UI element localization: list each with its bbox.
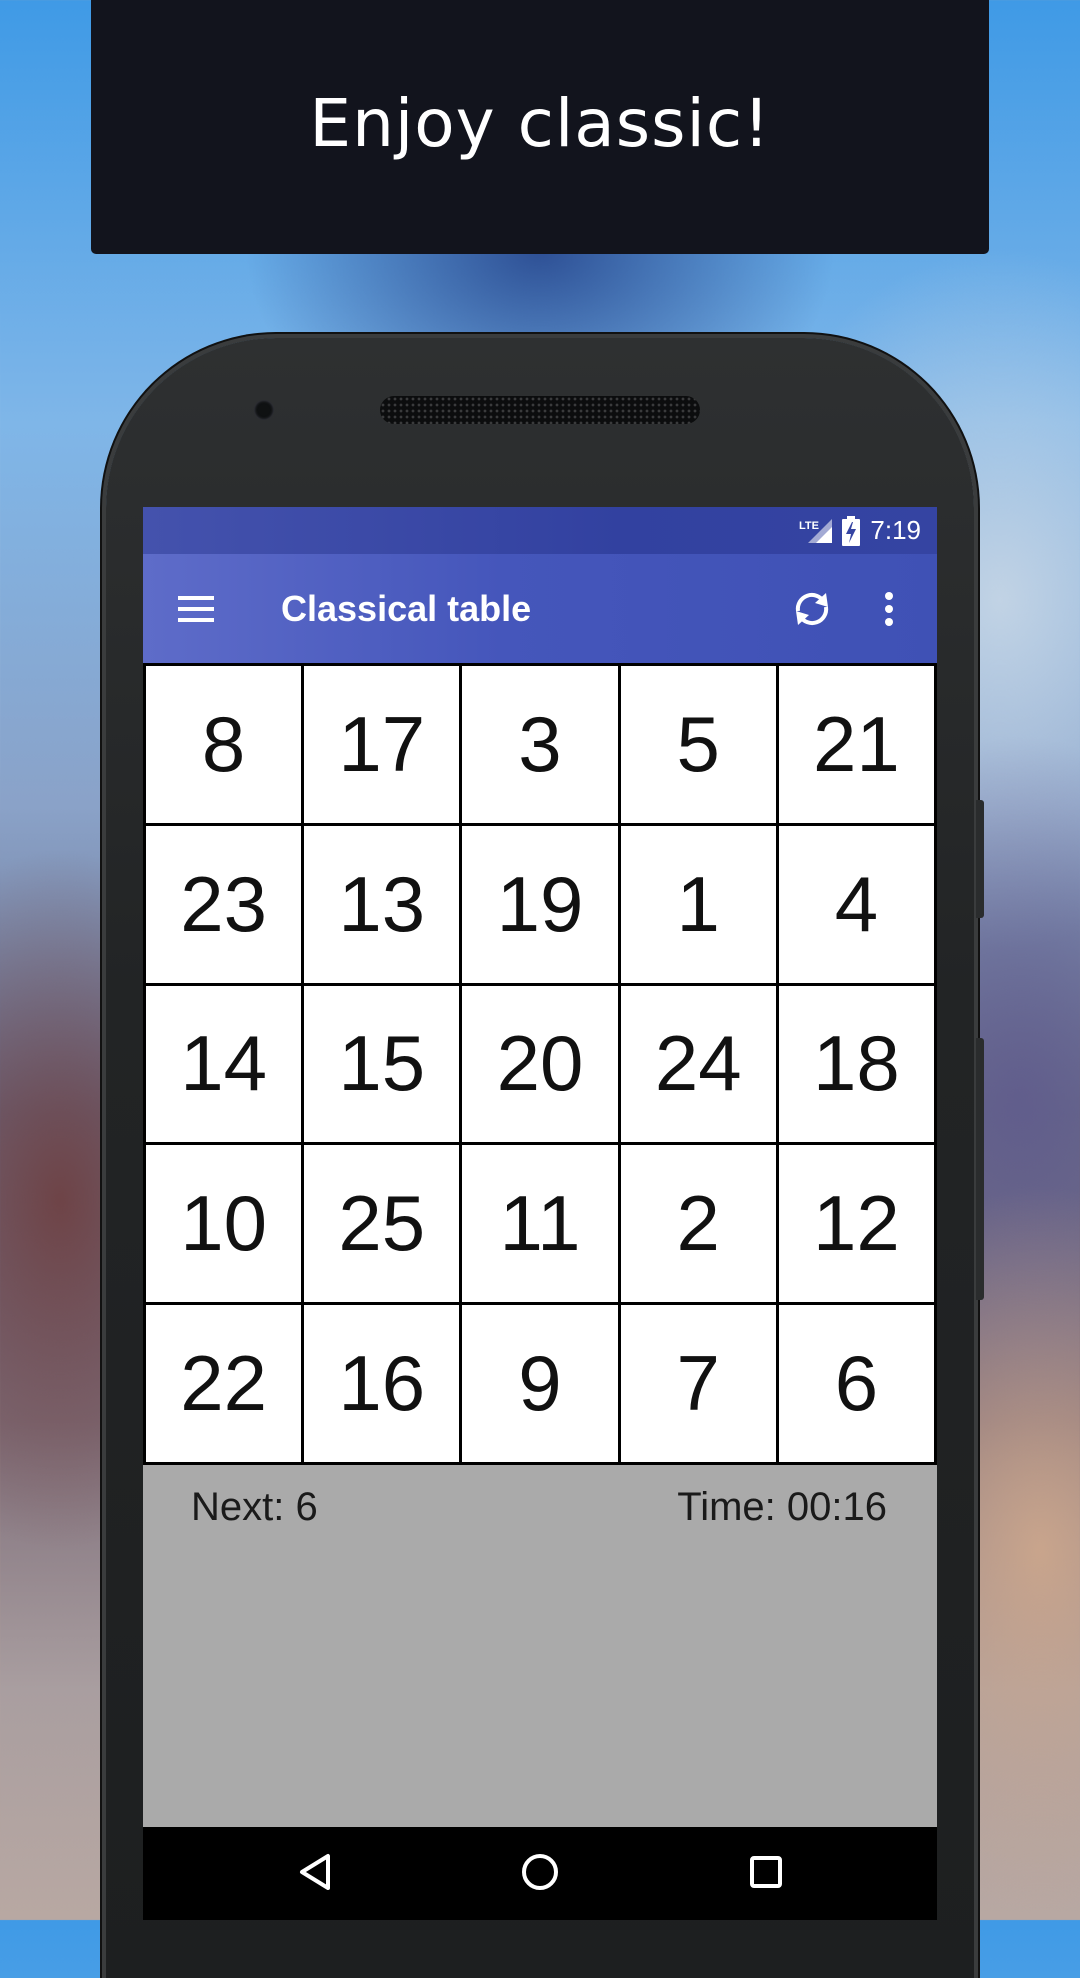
grid-cell[interactable]: 5 [620, 666, 776, 823]
network-type-label: LTE [799, 520, 819, 532]
hamburger-menu-icon[interactable] [177, 590, 215, 628]
battery-charging-icon [842, 515, 861, 546]
grid-cell[interactable]: 2 [620, 1145, 776, 1303]
game-info-row: Next: 6 Time: 00:16 [143, 1465, 937, 1555]
grid-cell[interactable]: 3 [462, 666, 618, 823]
lte-signal-icon: LTE [798, 517, 833, 545]
grid-cell[interactable]: 1 [620, 825, 776, 983]
grid-cell[interactable]: 10 [146, 1145, 302, 1303]
grid-cell[interactable]: 4 [778, 825, 934, 983]
grid-cell[interactable]: 6 [778, 1305, 934, 1462]
page-title: Classical table [281, 588, 532, 629]
grid-cell[interactable]: 22 [146, 1305, 302, 1462]
grid-cell[interactable]: 11 [462, 1145, 618, 1303]
grid-cell[interactable]: 17 [304, 666, 460, 823]
grid-cell[interactable]: 12 [778, 1145, 934, 1303]
home-icon[interactable] [517, 1849, 563, 1895]
grid-cell[interactable]: 7 [620, 1305, 776, 1462]
overflow-menu-icon[interactable] [881, 586, 897, 632]
phone-screen: LTE 7:19 Classical table 8 17 3 5 21 23 … [143, 507, 937, 1920]
back-icon[interactable] [292, 1849, 338, 1895]
grid-cell[interactable]: 19 [462, 825, 618, 983]
status-time: 7:19 [870, 515, 921, 545]
volume-button [976, 1038, 984, 1300]
next-number-label: Next: 6 [191, 1485, 318, 1529]
power-button [976, 800, 984, 918]
grid-cell[interactable]: 15 [304, 985, 460, 1143]
grid-cell[interactable]: 21 [778, 666, 934, 823]
app-bar: Classical table [143, 554, 937, 663]
grid-cell[interactable]: 8 [146, 666, 302, 823]
grid-cell[interactable]: 9 [462, 1305, 618, 1462]
grid-cell[interactable]: 20 [462, 985, 618, 1143]
front-camera [254, 400, 274, 420]
number-grid: 8 17 3 5 21 23 13 19 1 4 14 15 20 24 18 … [143, 663, 937, 1465]
banner-title: Enjoy classic! [309, 84, 771, 162]
grid-cell[interactable]: 13 [304, 825, 460, 983]
earpiece-speaker [380, 396, 700, 424]
grid-cell[interactable]: 23 [146, 825, 302, 983]
recents-icon[interactable] [743, 1849, 789, 1895]
timer-label: Time: 00:16 [677, 1485, 887, 1529]
navigation-bar [143, 1827, 937, 1920]
grid-cell[interactable]: 18 [778, 985, 934, 1143]
promo-banner: Enjoy classic! [91, 0, 989, 254]
grid-cell[interactable]: 16 [304, 1305, 460, 1462]
grid-cell[interactable]: 14 [146, 985, 302, 1143]
grid-cell[interactable]: 25 [304, 1145, 460, 1303]
status-bar: LTE 7:19 [143, 507, 937, 554]
refresh-icon[interactable] [789, 586, 835, 632]
grid-cell[interactable]: 24 [620, 985, 776, 1143]
